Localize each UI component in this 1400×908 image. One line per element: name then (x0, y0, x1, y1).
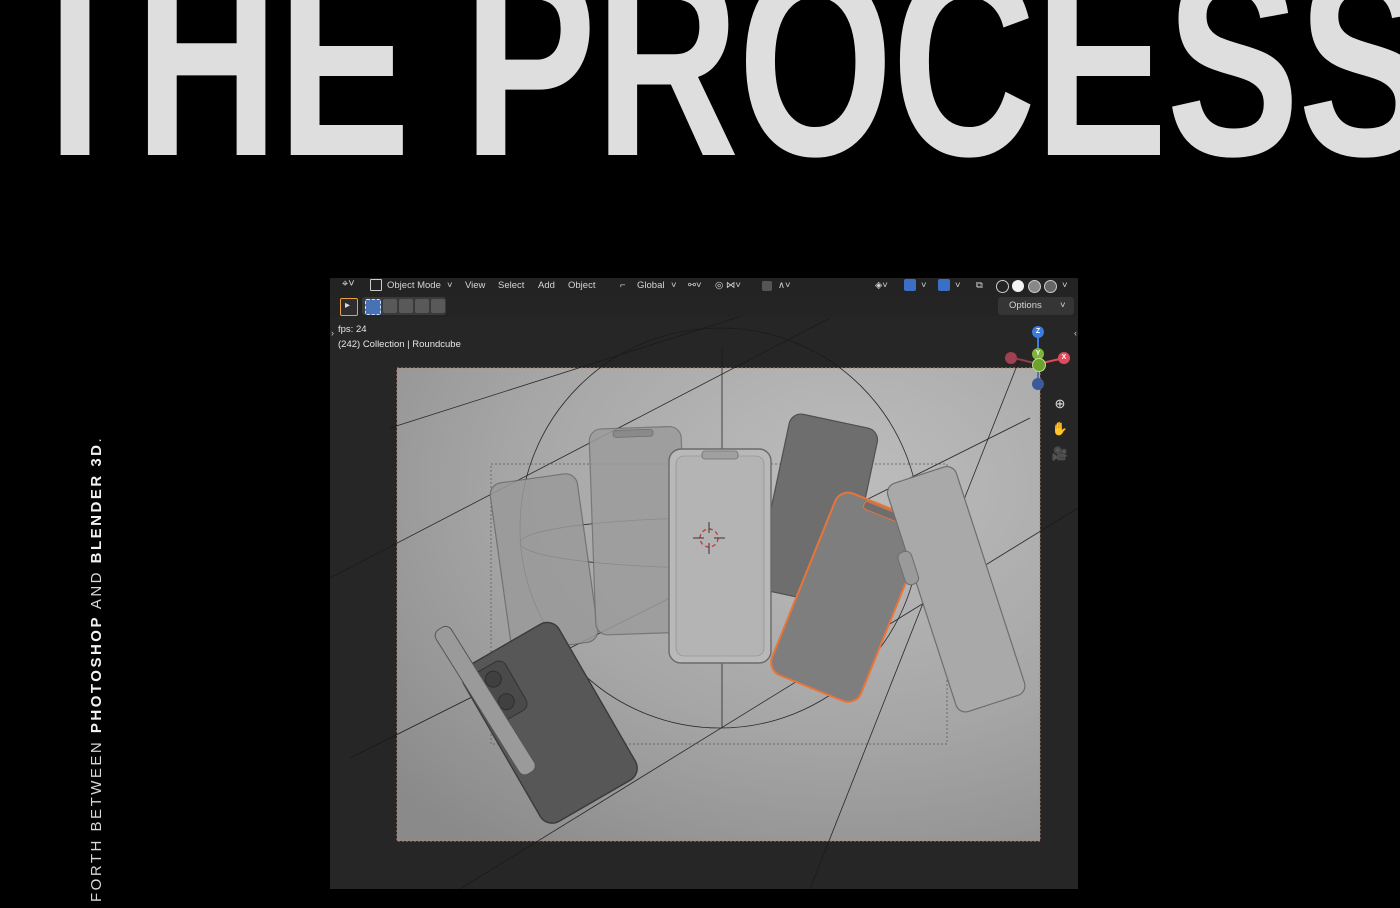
snap-icon[interactable]: ◎ ⋈˅ (715, 280, 741, 291)
viewport-header: ⌖˅ Object Mode ˅ View Select Add Object … (330, 278, 1078, 295)
menu-view[interactable]: View (465, 280, 485, 291)
side-caption: FORTH BETWEEN PHOTOSHOP AND BLENDER 3D. (88, 436, 105, 902)
pivot-icon[interactable]: ⚯˅ (688, 280, 702, 291)
camera-icon[interactable]: 🎥 (1050, 444, 1070, 464)
object-mode-icon (370, 279, 382, 291)
options-label: Options (1009, 300, 1042, 311)
sidebar-toggle-icon[interactable]: › (331, 328, 334, 338)
select-invert-button[interactable] (415, 299, 429, 313)
object-mode-dropdown[interactable]: Object Mode (387, 280, 441, 291)
gizmo-center[interactable] (1032, 358, 1046, 372)
chevron-down-icon: ˅ (955, 280, 961, 291)
select-subtract-button[interactable] (399, 299, 413, 313)
chevron-down-icon: ˅ (1060, 300, 1066, 311)
chevron-down-icon: ˅ (671, 280, 677, 291)
gizmo-x-axis[interactable]: X (1058, 352, 1070, 364)
editor-type-icon[interactable]: ⌖˅ (342, 278, 355, 291)
select-tool-button[interactable]: ▸ (340, 298, 358, 316)
select-extend-button[interactable] (383, 299, 397, 313)
hand-pan-icon[interactable]: ✋ (1050, 419, 1070, 439)
wireframe-shading-icon[interactable] (996, 280, 1009, 293)
rendered-shading-icon[interactable] (1044, 280, 1057, 293)
menu-add[interactable]: Add (538, 280, 555, 291)
select-new-button[interactable] (365, 299, 381, 315)
select-intersect-button[interactable] (431, 299, 445, 313)
selection-mode-group (362, 297, 446, 315)
zoom-icon[interactable]: ⊕ (1050, 394, 1070, 414)
caption-end: . (88, 435, 105, 443)
gizmo-neg-x-axis[interactable] (1005, 352, 1017, 364)
menu-select[interactable]: Select (498, 280, 524, 291)
transform-orientation-icon: ⌐ (620, 280, 626, 291)
caption-app-photoshop: PHOTOSHOP (88, 615, 105, 734)
cursor-arrow-icon: ▸ (345, 300, 351, 311)
xray-icon[interactable]: ⧉ (976, 280, 983, 291)
caption-and: AND (88, 563, 105, 616)
orientation-dropdown[interactable]: Global (637, 280, 664, 291)
chevron-down-icon: ˅ (1062, 280, 1068, 291)
tool-settings-bar: ▸ Options ˅ (330, 295, 1078, 317)
viewport-canvas (330, 278, 1078, 889)
chevron-down-icon: ˅ (921, 280, 927, 291)
caption-app-blender: BLENDER 3D (88, 442, 105, 564)
options-dropdown[interactable]: Options ˅ (998, 297, 1074, 315)
chevron-down-icon: ˅ (447, 280, 453, 291)
falloff-icon[interactable]: ∧˅ (778, 280, 791, 291)
caption-lead: FORTH BETWEEN (88, 733, 105, 902)
gizmo-neg-z-axis[interactable] (1032, 378, 1044, 390)
material-shading-icon[interactable] (1028, 280, 1041, 293)
gizmo-z-axis[interactable]: Z (1032, 326, 1044, 338)
blender-viewport-screenshot: ⌖˅ Object Mode ˅ View Select Add Object … (330, 278, 1078, 889)
menu-object[interactable]: Object (568, 280, 595, 291)
visibility-icon[interactable]: ◈˅ (875, 280, 888, 291)
gizmo-toggle-icon[interactable] (904, 279, 916, 291)
overlay-toggle-icon[interactable] (938, 279, 950, 291)
n-panel-toggle-icon[interactable]: ‹ (1074, 328, 1077, 338)
phone-front-center (668, 448, 772, 664)
collection-readout: (242) Collection | Roundcube (338, 339, 461, 350)
hero-title: THE PROCESS (14, 0, 1400, 213)
fps-readout: fps: 24 (338, 324, 367, 335)
solid-shading-icon[interactable] (1012, 280, 1024, 292)
proportional-edit-icon[interactable] (762, 281, 772, 291)
